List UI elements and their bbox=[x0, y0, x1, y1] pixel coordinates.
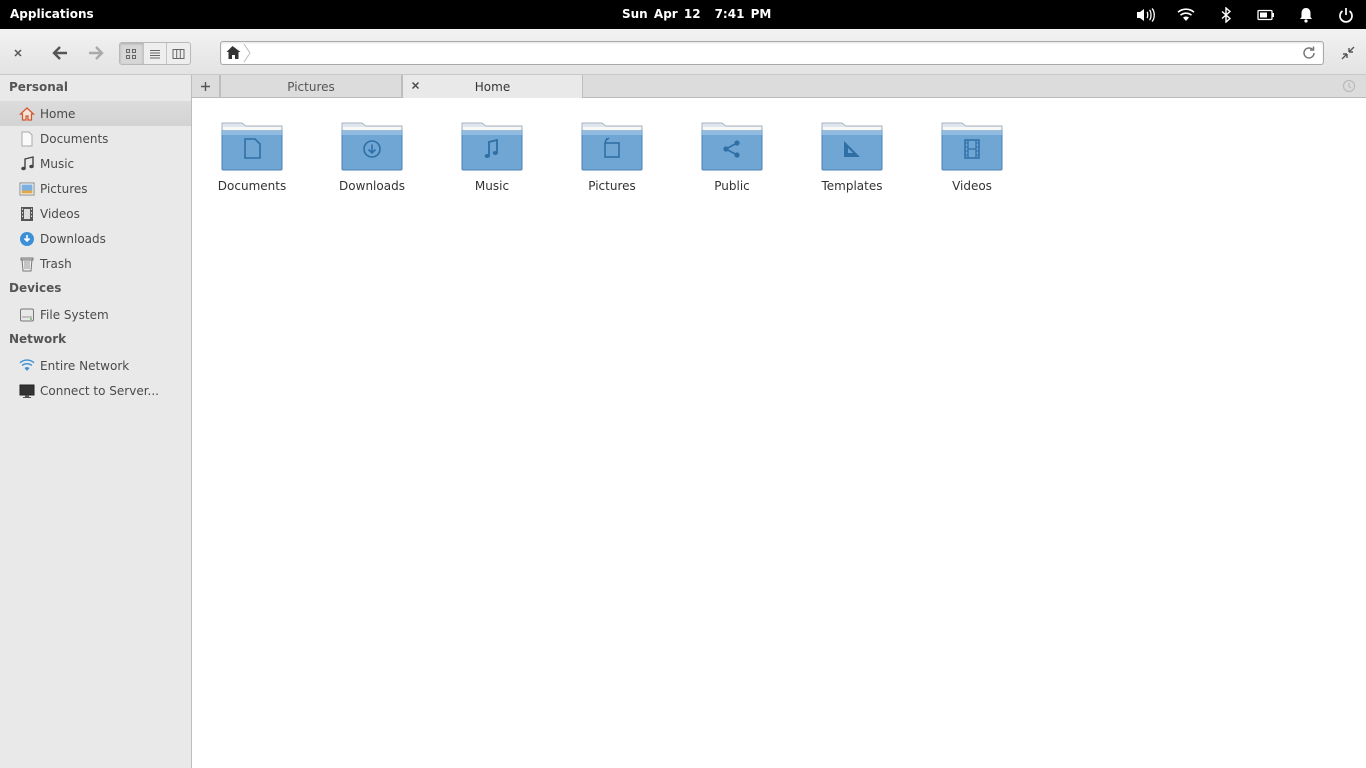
sidebar-item-label: Music bbox=[40, 156, 75, 171]
sidebar-item-downloads[interactable]: Downloads bbox=[0, 226, 191, 251]
grid-icon bbox=[126, 48, 137, 59]
close-icon bbox=[412, 82, 419, 89]
folder-item[interactable]: Videos bbox=[922, 119, 1022, 199]
toolbar bbox=[0, 29, 1366, 75]
sidebar-item-documents[interactable]: Documents bbox=[0, 126, 191, 151]
sidebar-item-connect-to-server[interactable]: Connect to Server... bbox=[0, 378, 191, 403]
top-panel: Applications Sun Apr 12 7:41 PM bbox=[0, 0, 1366, 29]
sidebar-item-pictures[interactable]: Pictures bbox=[0, 176, 191, 201]
close-icon bbox=[14, 49, 22, 57]
folder-icon bbox=[221, 122, 283, 171]
sidebar-item-label: Downloads bbox=[40, 231, 106, 246]
sidebar-heading-network: Network bbox=[9, 332, 67, 346]
sidebar-item-label: Videos bbox=[40, 206, 80, 221]
tab-history-button[interactable] bbox=[1342, 79, 1356, 93]
sidebar-heading-devices: Devices bbox=[9, 281, 62, 295]
reload-icon bbox=[1303, 46, 1315, 59]
list-view-button[interactable] bbox=[144, 43, 168, 64]
file-view[interactable]: Documents Downloads Music Pictures Public Tem… bbox=[192, 99, 1366, 768]
applications-menu[interactable]: Applications bbox=[10, 7, 94, 21]
sidebar-item-music[interactable]: Music bbox=[0, 151, 191, 176]
network-icon bbox=[19, 358, 35, 374]
sidebar-item-label: Documents bbox=[40, 131, 109, 146]
list-icon bbox=[150, 49, 160, 58]
plus-icon bbox=[201, 82, 210, 91]
sidebar-item-label: Pictures bbox=[40, 181, 88, 196]
folder-icon bbox=[821, 122, 883, 171]
folder-label: Videos bbox=[952, 179, 992, 193]
arrow-right-icon bbox=[89, 46, 104, 60]
icon-view-button[interactable] bbox=[120, 43, 144, 64]
sidebar-item-file-system[interactable]: File System bbox=[0, 302, 191, 327]
tab-close-button[interactable] bbox=[411, 79, 420, 94]
folder-item[interactable]: Downloads bbox=[322, 119, 422, 199]
document-icon bbox=[19, 131, 35, 147]
clock[interactable]: Sun Apr 12 7:41 PM bbox=[622, 7, 771, 21]
notifications-icon[interactable] bbox=[1296, 5, 1316, 25]
tab-bar: Pictures Home bbox=[192, 75, 1366, 98]
folder-icon bbox=[461, 122, 523, 171]
drive-icon bbox=[19, 307, 35, 323]
sidebar-item-label: Trash bbox=[40, 256, 72, 271]
tab-pictures[interactable]: Pictures bbox=[220, 75, 402, 98]
folder-label: Downloads bbox=[339, 179, 405, 193]
location-bar[interactable] bbox=[220, 41, 1324, 65]
sidebar-item-label: Home bbox=[40, 106, 76, 121]
battery-icon[interactable] bbox=[1256, 5, 1276, 25]
sidebar-item-label: Connect to Server... bbox=[40, 383, 159, 398]
sidebar-item-home[interactable]: Home bbox=[0, 101, 191, 126]
folder-icon bbox=[701, 122, 763, 171]
history-icon bbox=[1342, 79, 1356, 93]
folder-item[interactable]: Public bbox=[682, 119, 782, 199]
pathbar-home-button[interactable] bbox=[221, 42, 255, 64]
unmaximize-button[interactable] bbox=[1338, 43, 1358, 63]
folder-item[interactable]: Templates bbox=[802, 119, 902, 199]
reload-button[interactable] bbox=[1301, 45, 1317, 61]
folder-label: Templates bbox=[821, 179, 883, 193]
new-tab-button[interactable] bbox=[192, 75, 220, 98]
sidebar-item-entire-network[interactable]: Entire Network bbox=[0, 353, 191, 378]
monitor-icon bbox=[19, 383, 35, 399]
sidebar-item-label: File System bbox=[40, 307, 109, 322]
volume-icon[interactable] bbox=[1135, 5, 1155, 25]
trash-icon bbox=[19, 256, 35, 272]
folder-item[interactable]: Pictures bbox=[562, 119, 662, 199]
forward-button[interactable] bbox=[84, 42, 108, 64]
folder-icon bbox=[941, 122, 1003, 171]
close-window-button[interactable] bbox=[8, 43, 28, 63]
bluetooth-icon[interactable] bbox=[1216, 5, 1236, 25]
sidebar-item-label: Entire Network bbox=[40, 358, 130, 373]
sidebar-item-videos[interactable]: Videos bbox=[0, 201, 191, 226]
wifi-icon[interactable] bbox=[1176, 5, 1196, 25]
folder-icon bbox=[341, 122, 403, 171]
folder-icon bbox=[581, 122, 643, 171]
folder-label: Music bbox=[474, 179, 510, 193]
folder-label: Public bbox=[714, 179, 750, 193]
folder-item[interactable]: Music bbox=[442, 119, 542, 199]
folder-item[interactable]: Documents bbox=[202, 119, 302, 199]
column-view-button[interactable] bbox=[167, 43, 190, 64]
music-icon bbox=[19, 155, 35, 172]
tab-label: Home bbox=[474, 79, 511, 94]
clock-date: Sun Apr 12 bbox=[622, 7, 701, 21]
folder-label: Pictures bbox=[588, 179, 636, 193]
download-icon bbox=[19, 231, 35, 247]
tab-label: Pictures bbox=[287, 79, 335, 94]
power-icon[interactable] bbox=[1336, 5, 1356, 25]
sidebar-item-trash[interactable]: Trash bbox=[0, 251, 191, 276]
home-icon bbox=[226, 43, 251, 63]
arrow-left-icon bbox=[52, 46, 67, 60]
folder-label: Documents bbox=[217, 179, 287, 193]
sidebar-heading-personal: Personal bbox=[9, 80, 68, 94]
video-icon bbox=[19, 206, 35, 222]
pictures-icon bbox=[19, 181, 35, 197]
restore-icon bbox=[1341, 46, 1355, 60]
clock-time: 7:41 PM bbox=[714, 7, 772, 21]
sidebar: Personal Home Documents Music Pictures V… bbox=[0, 75, 192, 768]
back-button[interactable] bbox=[48, 42, 72, 64]
home-icon bbox=[19, 106, 35, 122]
tab-home[interactable]: Home bbox=[402, 75, 583, 98]
view-switcher bbox=[119, 42, 191, 65]
columns-icon bbox=[172, 48, 185, 59]
